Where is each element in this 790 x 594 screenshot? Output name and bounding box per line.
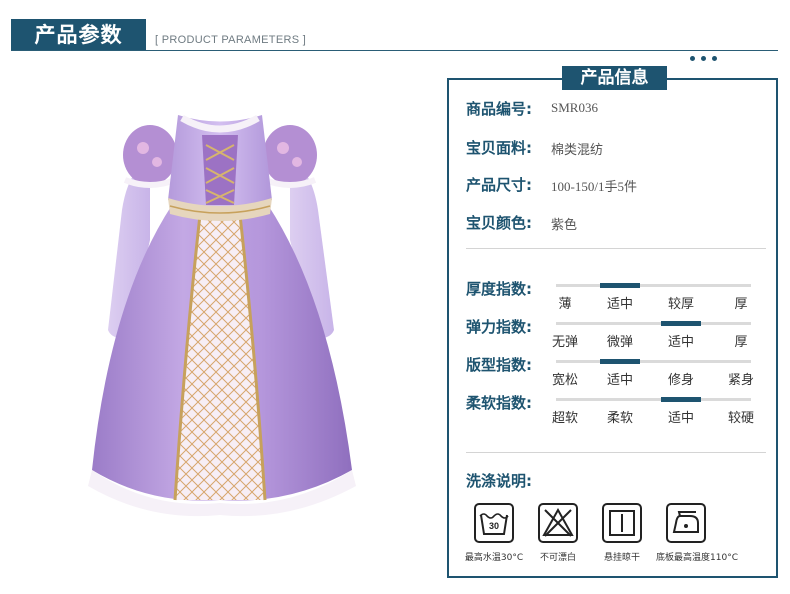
scale-option: 适中 (606, 373, 634, 388)
scale-label: 柔软指数: (466, 394, 532, 412)
scale-label: 版型指数: (466, 356, 532, 374)
info-value: 100-150/1手5件 (551, 179, 637, 194)
scale-indicator (661, 321, 701, 326)
scale-option: 微弹 (606, 335, 634, 350)
header-divider (11, 50, 778, 51)
info-label: 宝贝面料: (466, 139, 532, 157)
info-label: 产品尺寸: (466, 176, 532, 194)
info-label: 宝贝颜色: (466, 214, 532, 232)
info-panel-title: 产品信息 (562, 66, 667, 90)
scale-option: 超软 (551, 411, 579, 426)
scale-option: 适中 (606, 297, 634, 312)
hang-dry-icon (602, 503, 642, 543)
scale-option: 无弹 (551, 335, 579, 350)
scale-option: 较厚 (667, 297, 695, 312)
scale-indicator (600, 283, 640, 288)
scale-track (556, 321, 751, 326)
info-label: 商品编号: (466, 100, 532, 118)
info-value: SMR036 (551, 100, 598, 115)
care-text: 最高水温30°C (464, 553, 524, 563)
scale-indicator (661, 397, 701, 402)
scale-option: 厚 (734, 335, 748, 350)
scale-track (556, 359, 751, 364)
page-title: 产品参数 (34, 23, 123, 47)
scale-option: 较硬 (727, 411, 755, 426)
scale-option: 厚 (734, 297, 748, 312)
scale-option: 修身 (667, 373, 695, 388)
care-text: 底板最高温度110°C (656, 553, 738, 563)
scale-option: 适中 (667, 411, 695, 426)
section-divider (466, 248, 766, 249)
wash-30-icon: 30 (474, 503, 514, 543)
info-value: 紫色 (551, 217, 578, 232)
scale-option: 宽松 (551, 373, 579, 388)
scale-label: 弹力指数: (466, 318, 532, 336)
scale-track (556, 283, 751, 288)
wash-temp-text: 30 (489, 521, 499, 531)
scale-option: 适中 (667, 335, 695, 350)
care-label: 洗涤说明: (466, 472, 532, 490)
product-image (88, 114, 356, 517)
scale-option: 柔软 (606, 411, 634, 426)
page-subtitle: [ PRODUCT PARAMETERS ] (155, 34, 307, 46)
care-text: 悬挂晾干 (603, 553, 641, 563)
care-text: 不可漂白 (539, 553, 577, 563)
scale-label: 厚度指数: (466, 280, 532, 298)
scale-indicator (600, 359, 640, 364)
scale-option: 薄 (558, 297, 572, 312)
iron-icon (666, 503, 706, 543)
info-value: 棉类混纺 (551, 142, 604, 157)
dots-decoration-icon (690, 46, 726, 61)
section-divider (466, 452, 766, 453)
scale-track (556, 397, 751, 402)
no-bleach-icon (538, 503, 578, 543)
scale-option: 紧身 (727, 373, 755, 388)
